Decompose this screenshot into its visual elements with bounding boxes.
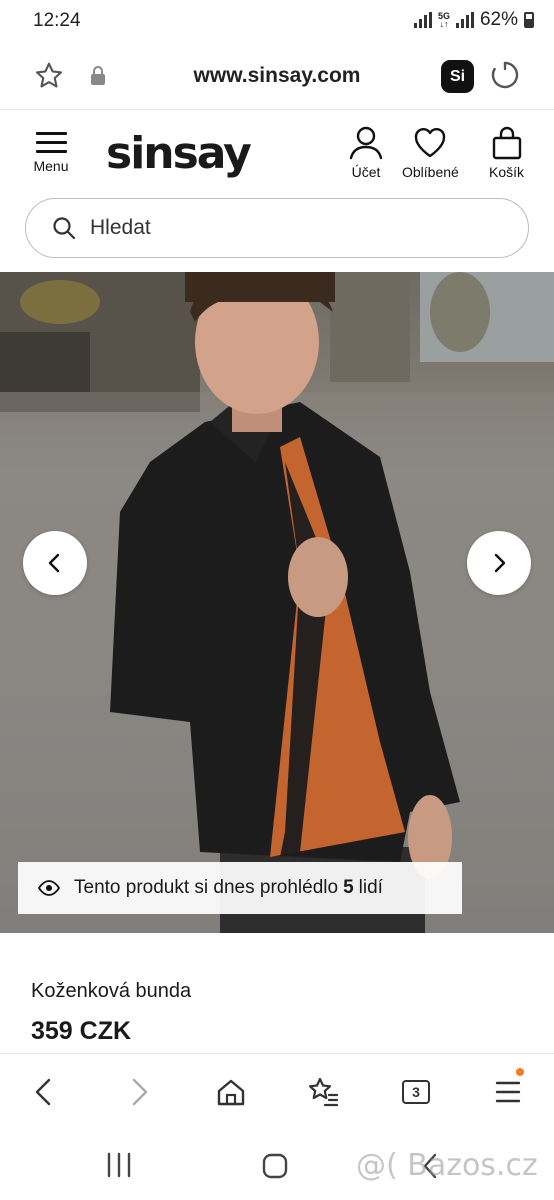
product-photo: [0, 272, 554, 933]
bookmarks-button[interactable]: [303, 1074, 343, 1110]
viewers-notice: Tento produkt si dnes prohlédlo 5 lidí: [18, 862, 462, 914]
cell-signal-icon: [455, 12, 474, 28]
menu-label: Menu: [33, 158, 69, 174]
menu-button[interactable]: Menu: [28, 132, 74, 174]
status-icons: 5G ↓↑ 62%: [413, 9, 534, 31]
site-app-badge[interactable]: Si: [441, 60, 474, 93]
reload-icon[interactable]: [489, 59, 521, 96]
viewers-count: 5: [343, 877, 354, 898]
home-nav-button[interactable]: [261, 1152, 289, 1185]
account-label: Účet: [351, 164, 381, 180]
heart-icon: [415, 127, 446, 158]
tabs-button[interactable]: 3: [396, 1074, 436, 1110]
status-bar: 12:24 5G ↓↑ 62%: [0, 0, 554, 42]
battery-percent: 62%: [479, 9, 518, 30]
network-type: 5G ↓↑: [437, 11, 450, 29]
browser-url-bar: www.sinsay.com Si: [0, 46, 554, 110]
notification-dot: [516, 1068, 524, 1076]
cart-button[interactable]: Košík: [489, 126, 524, 180]
account-button[interactable]: Účet: [348, 126, 384, 180]
browser-menu-button[interactable]: [488, 1068, 528, 1110]
battery-icon: [524, 12, 534, 28]
back-button[interactable]: [24, 1074, 64, 1110]
favorites-button[interactable]: Oblíbené: [402, 126, 459, 180]
next-image-button[interactable]: [467, 531, 531, 595]
user-icon: [349, 126, 383, 160]
forward-button[interactable]: [119, 1074, 159, 1110]
wifi-signal-icon: [413, 12, 432, 28]
cart-label: Košík: [489, 164, 525, 180]
search-icon: [52, 216, 76, 245]
search-input[interactable]: [90, 199, 490, 256]
shopping-bag-icon: [492, 126, 521, 160]
favorites-label: Oblíbené: [402, 164, 459, 180]
recent-apps-icon: [107, 1152, 131, 1178]
chevron-right-icon: [494, 553, 506, 573]
back-arrow-icon: [35, 1078, 51, 1106]
hamburger-icon: [35, 132, 67, 153]
home-button[interactable]: [211, 1074, 251, 1110]
eye-icon: [38, 880, 60, 896]
viewers-prefix: Tento produkt si dnes prohlédlo: [74, 877, 339, 898]
bookmark-list-icon: [308, 1077, 339, 1107]
sinsay-logo[interactable]: sinsay: [106, 128, 252, 179]
home-icon: [217, 1079, 245, 1106]
product-name: Koženková bunda: [31, 980, 192, 1002]
browser-toolbar: 3: [0, 1053, 554, 1127]
prev-image-button[interactable]: [23, 531, 87, 595]
hamburger-icon: [495, 1081, 521, 1103]
viewers-suffix: lidí: [358, 877, 383, 898]
bazos-watermark: @( Bazos.cz: [356, 1148, 538, 1183]
forward-arrow-icon: [132, 1078, 148, 1106]
status-time: 12:24: [33, 10, 81, 31]
chevron-left-icon: [48, 553, 60, 573]
search-bar[interactable]: [25, 198, 529, 258]
tabs-count: 3: [402, 1080, 430, 1104]
site-header: Menu sinsay Účet Oblíbené Košík: [0, 112, 554, 192]
home-circle-icon: [262, 1153, 288, 1179]
product-image[interactable]: Tento produkt si dnes prohlédlo 5 lidí: [0, 272, 554, 933]
product-price: 359 CZK: [31, 1017, 132, 1045]
recent-apps-button[interactable]: [104, 1152, 134, 1183]
